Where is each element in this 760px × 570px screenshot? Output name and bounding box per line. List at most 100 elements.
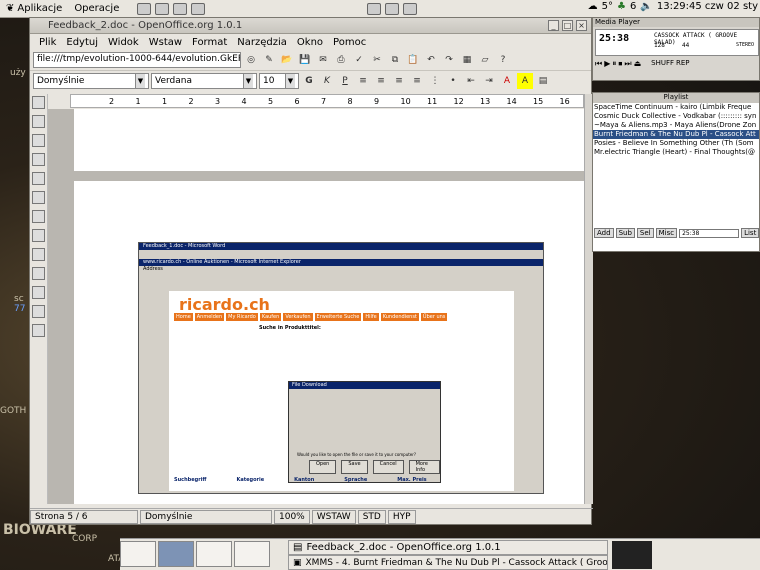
indent-decrease-icon[interactable]: ⇤ bbox=[463, 73, 479, 89]
embedded-screenshot[interactable]: Feedback_1.doc - Microsoft Word www.rica… bbox=[138, 242, 544, 494]
taskbar-item[interactable]: ▣ XMMS - 4. Burnt Friedman & The Nu Dub P… bbox=[288, 555, 608, 570]
font-size-select[interactable]: 10 ▼ bbox=[259, 72, 299, 89]
datasource-icon[interactable] bbox=[32, 267, 45, 280]
playlist-item[interactable]: ~Maya & Aliens.mp3 - Maya Aliens(Drone Z… bbox=[593, 121, 759, 130]
sel-button[interactable]: Sel bbox=[636, 228, 654, 238]
eject-icon[interactable]: ⏏ bbox=[634, 59, 642, 69]
save-icon[interactable]: 💾 bbox=[297, 52, 313, 68]
xmms-title[interactable]: Media Player bbox=[593, 18, 759, 27]
spellcheck-icon[interactable]: ✓ bbox=[351, 52, 367, 68]
next-icon[interactable]: ⏭ bbox=[624, 59, 631, 69]
menu-edit[interactable]: Edytuj bbox=[61, 37, 103, 48]
hyperlink-mode-indicator[interactable]: HYP bbox=[387, 509, 416, 524]
workspace-2[interactable] bbox=[158, 541, 194, 567]
playlist-item[interactable]: Posies - Believe In Something Other (Th … bbox=[593, 139, 759, 148]
menu-format[interactable]: Format bbox=[187, 37, 232, 48]
numbering-icon[interactable]: ⋮ bbox=[427, 73, 443, 89]
zoom-indicator[interactable]: 100% bbox=[274, 509, 310, 524]
url-field[interactable]: file:///tmp/evolution-1000-644/evolution… bbox=[33, 52, 241, 68]
launcher-icon[interactable] bbox=[155, 2, 170, 15]
help-icon[interactable]: ? bbox=[495, 52, 511, 68]
title-bar[interactable]: Feedback_2.doc - OpenOffice.org 1.0.1 _ … bbox=[30, 18, 591, 34]
paste-icon[interactable]: 📋 bbox=[405, 52, 421, 68]
insert-field-icon[interactable] bbox=[32, 115, 45, 128]
maximize-button[interactable]: □ bbox=[562, 20, 573, 31]
launcher-icon[interactable] bbox=[367, 2, 382, 15]
play-icon[interactable]: ▶ bbox=[604, 59, 610, 69]
graphics-icon[interactable] bbox=[32, 305, 45, 318]
justify-icon[interactable]: ≡ bbox=[409, 73, 425, 89]
italic-icon[interactable]: K bbox=[319, 73, 335, 89]
misc-button[interactable]: Misc bbox=[655, 228, 678, 238]
workspace-3[interactable] bbox=[196, 541, 232, 567]
insert-object-icon[interactable] bbox=[32, 134, 45, 147]
undo-icon[interactable]: ↶ bbox=[423, 52, 439, 68]
launcher-icon[interactable] bbox=[173, 2, 188, 15]
bold-icon[interactable]: G bbox=[301, 73, 317, 89]
align-right-icon[interactable]: ≡ bbox=[391, 73, 407, 89]
show-draw-icon[interactable] bbox=[32, 153, 45, 166]
form-icon[interactable] bbox=[32, 172, 45, 185]
launcher-icon[interactable] bbox=[191, 2, 206, 15]
font-color-icon[interactable]: A bbox=[499, 73, 515, 89]
navigator-icon[interactable]: ◎ bbox=[243, 52, 259, 68]
close-button[interactable]: × bbox=[576, 20, 587, 31]
menu-insert[interactable]: Wstaw bbox=[144, 37, 187, 48]
workspace-4[interactable] bbox=[234, 541, 270, 567]
repeat-toggle[interactable]: REP bbox=[676, 59, 690, 69]
online-layout-icon[interactable] bbox=[32, 324, 45, 337]
menu-help[interactable]: Pomoc bbox=[328, 37, 371, 48]
launcher-icon[interactable] bbox=[385, 2, 400, 15]
actions-menu[interactable]: Operacje bbox=[68, 3, 125, 14]
applications-menu[interactable]: ❦ Aplikacje bbox=[0, 3, 68, 14]
launcher-icon[interactable] bbox=[137, 2, 152, 15]
playlist-item[interactable]: SpaceTime Continuum - kairo (Limbik Freq… bbox=[593, 103, 759, 112]
sub-button[interactable]: Sub bbox=[615, 228, 635, 238]
stop-icon[interactable]: ⏹ bbox=[618, 59, 622, 69]
menu-file[interactable]: Plik bbox=[34, 37, 61, 48]
open-icon[interactable]: 📂 bbox=[279, 52, 295, 68]
horizontal-ruler[interactable]: 211234567891011121314151617 bbox=[70, 94, 596, 108]
add-button[interactable]: Add bbox=[594, 228, 614, 238]
menu-tools[interactable]: Narzędzia bbox=[232, 37, 292, 48]
page[interactable] bbox=[74, 109, 584, 171]
find-icon[interactable] bbox=[32, 248, 45, 261]
align-center-icon[interactable]: ≡ bbox=[373, 73, 389, 89]
clock[interactable]: 13:29:45 czw 02 sty bbox=[657, 1, 758, 12]
mail-icon[interactable]: ✉ bbox=[315, 52, 331, 68]
insert-mode-indicator[interactable]: WSTAW bbox=[311, 509, 356, 524]
insert-icon[interactable] bbox=[32, 96, 45, 109]
pause-icon[interactable]: ⏸ bbox=[612, 59, 616, 69]
autospellcheck-icon[interactable] bbox=[32, 210, 45, 223]
launcher-icon[interactable] bbox=[403, 2, 418, 15]
edit-autotext-icon[interactable] bbox=[32, 191, 45, 204]
playlist-item-selected[interactable]: Burnt Friedman & The Nu Dub Pl - Cassock… bbox=[593, 130, 759, 139]
highlight-icon[interactable]: A bbox=[517, 72, 533, 89]
selection-mode-indicator[interactable]: STD bbox=[357, 509, 386, 524]
font-name-select[interactable]: Verdana ▼ bbox=[151, 72, 257, 89]
playlist-item[interactable]: Mr.electric Triangle (Heart) - Final Tho… bbox=[593, 148, 759, 157]
indent-increase-icon[interactable]: ⇥ bbox=[481, 73, 497, 89]
print-icon[interactable]: ⎙ bbox=[333, 52, 349, 68]
draw-icon[interactable]: ▱ bbox=[477, 52, 493, 68]
prev-icon[interactable]: ⏮ bbox=[595, 59, 602, 69]
align-left-icon[interactable]: ≡ bbox=[355, 73, 371, 89]
paragraph-style-select[interactable]: Domyślnie ▼ bbox=[33, 72, 149, 89]
copy-icon[interactable]: ⧉ bbox=[387, 52, 403, 68]
record-icon[interactable] bbox=[32, 229, 45, 242]
background-color-icon[interactable]: ▤ bbox=[535, 73, 551, 89]
shuffle-toggle[interactable]: SHUFF bbox=[651, 59, 674, 69]
edit-file-icon[interactable]: ✎ bbox=[261, 52, 277, 68]
redo-icon[interactable]: ↷ bbox=[441, 52, 457, 68]
volume-icon[interactable]: 🔈 bbox=[640, 1, 652, 12]
playlist-title[interactable]: Playlist bbox=[593, 93, 759, 103]
tray-applet[interactable] bbox=[612, 541, 652, 569]
cut-icon[interactable]: ✂ bbox=[369, 52, 385, 68]
underline-icon[interactable]: P bbox=[337, 73, 353, 89]
taskbar-item[interactable]: ▤ Feedback_2.doc - OpenOffice.org 1.0.1 bbox=[288, 540, 608, 555]
nonprinting-icon[interactable] bbox=[32, 286, 45, 299]
list-button[interactable]: List bbox=[741, 228, 760, 238]
workspace-1[interactable] bbox=[120, 541, 156, 567]
minimize-button[interactable]: _ bbox=[548, 20, 559, 31]
bullets-icon[interactable]: • bbox=[445, 73, 461, 89]
